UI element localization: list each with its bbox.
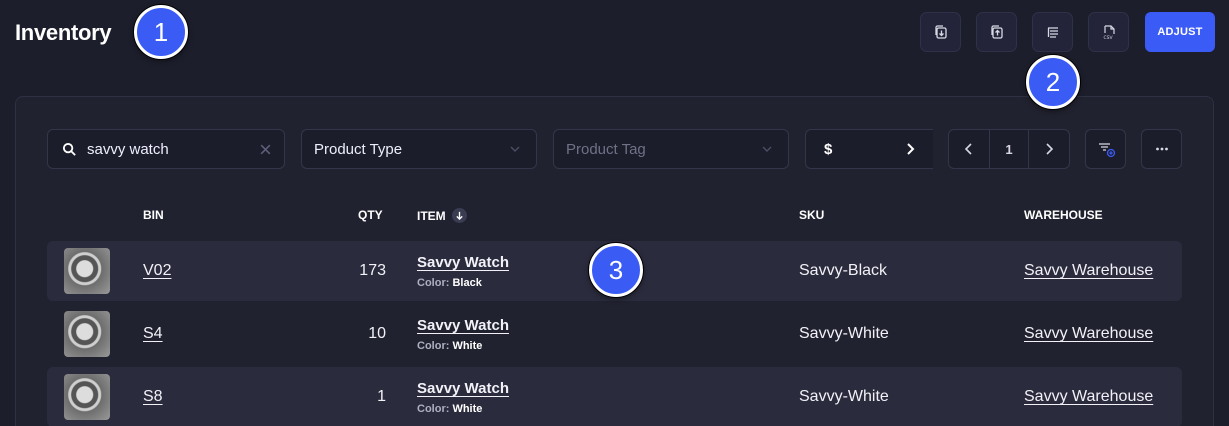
sort-descending-icon[interactable] [451, 208, 467, 223]
warehouse-link[interactable]: Savvy Warehouse [1024, 388, 1153, 406]
column-header-item-label: ITEM [417, 208, 446, 223]
filter-add-icon [1098, 143, 1115, 158]
bin-link[interactable]: V02 [143, 262, 171, 280]
export-button[interactable] [976, 12, 1017, 52]
sku-value: Savvy-White [799, 388, 889, 405]
chevron-down-icon [762, 146, 772, 152]
qty-value: 10 [368, 325, 386, 342]
search-icon [62, 142, 76, 156]
column-header-bin[interactable]: BIN [143, 208, 164, 222]
filter-add-button[interactable] [1085, 129, 1126, 169]
callout-badge-3: 3 [589, 243, 643, 297]
variant-attr-label: Color: [417, 340, 450, 352]
column-header-item[interactable]: ITEM [417, 208, 467, 223]
more-horizontal-icon [1155, 147, 1168, 151]
chevron-down-icon [510, 146, 520, 152]
variant-attr-value: White [452, 403, 483, 415]
chevron-right-icon[interactable] [903, 142, 917, 156]
item-link[interactable]: Savvy Watch [417, 317, 509, 334]
product-thumbnail[interactable] [64, 374, 110, 420]
product-tag-select[interactable]: Product Tag [553, 129, 789, 169]
item-variant: Color: White [417, 403, 482, 415]
search-field[interactable]: savvy watch [47, 129, 285, 169]
item-link[interactable]: Savvy Watch [417, 254, 509, 271]
qty-value: 173 [359, 262, 386, 279]
bin-link[interactable]: S4 [143, 325, 163, 343]
product-thumbnail[interactable] [64, 311, 110, 357]
column-header-qty[interactable]: QTY [358, 208, 383, 222]
export-icon [990, 25, 1003, 39]
variant-attr-label: Color: [417, 403, 450, 415]
page-number[interactable]: 1 [989, 130, 1029, 168]
clear-search-icon[interactable] [259, 143, 272, 156]
chevron-left-icon [964, 143, 972, 155]
list-settings-icon [1047, 27, 1058, 38]
csv-export-button[interactable]: CSV [1088, 12, 1129, 52]
item-variant: Color: Black [417, 277, 482, 289]
next-page-button[interactable] [1029, 130, 1069, 168]
item-variant: Color: White [417, 340, 482, 352]
currency-filter[interactable]: $ [805, 129, 933, 169]
callout-badge-1: 1 [134, 5, 188, 59]
previous-page-button[interactable] [949, 130, 989, 168]
qty-value: 1 [377, 388, 386, 405]
item-link[interactable]: Savvy Watch [417, 380, 509, 397]
import-button[interactable] [920, 12, 961, 52]
adjust-button[interactable]: ADJUST [1145, 12, 1215, 52]
table-row[interactable] [47, 367, 1182, 426]
warehouse-link[interactable]: Savvy Warehouse [1024, 325, 1153, 343]
csv-icon: CSV [1103, 25, 1115, 40]
product-tag-placeholder: Product Tag [566, 140, 646, 158]
variant-attr-label: Color: [417, 277, 450, 289]
pagination: 1 [948, 129, 1070, 169]
import-icon [934, 25, 947, 39]
sku-value: Savvy-Black [799, 262, 888, 279]
page-title: Inventory [15, 20, 112, 45]
warehouse-link[interactable]: Savvy Warehouse [1024, 262, 1153, 280]
more-options-button[interactable] [1141, 129, 1182, 169]
variant-attr-value: White [452, 340, 483, 352]
svg-text:CSV: CSV [1103, 35, 1113, 40]
column-header-sku[interactable]: SKU [799, 208, 824, 222]
sku-value: Savvy-White [799, 325, 889, 342]
product-thumbnail[interactable] [64, 248, 110, 294]
currency-symbol: $ [824, 140, 833, 158]
column-header-warehouse[interactable]: WAREHOUSE [1024, 208, 1103, 222]
list-settings-button[interactable] [1032, 12, 1073, 52]
variant-attr-value: Black [452, 277, 482, 289]
callout-badge-2: 2 [1026, 55, 1080, 109]
product-type-select[interactable]: Product Type [301, 129, 537, 169]
chevron-right-icon [1046, 143, 1054, 155]
search-input[interactable]: savvy watch [87, 141, 259, 158]
bin-link[interactable]: S8 [143, 388, 163, 406]
product-type-label: Product Type [314, 140, 403, 158]
table-row[interactable] [47, 304, 1182, 364]
